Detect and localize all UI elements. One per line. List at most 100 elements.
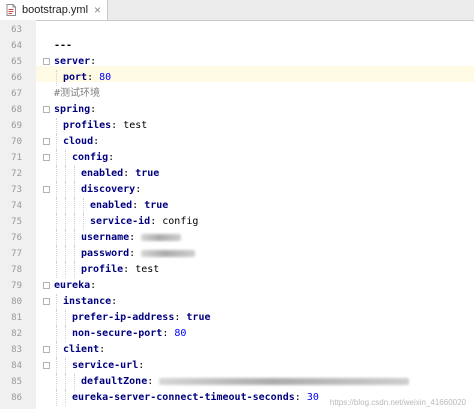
code-token: port bbox=[63, 72, 88, 83]
code-line[interactable]: password: bbox=[81, 246, 196, 262]
code-token: : bbox=[174, 312, 187, 323]
line-number: 67 bbox=[11, 89, 22, 99]
indent-guide bbox=[56, 70, 57, 86]
code-token: : bbox=[111, 296, 118, 307]
code-line[interactable]: enabled: true bbox=[90, 198, 168, 214]
code-line[interactable]: discovery: bbox=[81, 182, 141, 198]
indent-guide bbox=[65, 182, 66, 198]
indent-guide bbox=[56, 214, 57, 230]
code-token: prefer-ip-address bbox=[72, 312, 175, 323]
indent-guide bbox=[65, 358, 66, 374]
code-token: username bbox=[81, 232, 130, 243]
code-token: 30 bbox=[306, 392, 319, 403]
indent-guide bbox=[74, 374, 75, 390]
fold-toggle-icon[interactable] bbox=[43, 106, 50, 113]
indent-guide bbox=[56, 294, 57, 310]
line-number: 63 bbox=[11, 25, 22, 35]
code-token: true bbox=[144, 200, 169, 211]
code-token: discovery bbox=[81, 184, 136, 195]
code-token: test bbox=[135, 264, 160, 275]
code-token: profile bbox=[81, 264, 124, 275]
line-number: 84 bbox=[11, 361, 22, 371]
fold-toggle-icon[interactable] bbox=[43, 346, 50, 353]
code-line[interactable]: service-url: bbox=[72, 358, 144, 374]
line-number: 70 bbox=[11, 137, 22, 147]
line-number: 75 bbox=[11, 217, 22, 227]
indent-guide bbox=[56, 374, 57, 390]
code-line[interactable]: #测试环境 bbox=[54, 86, 100, 102]
code-line[interactable]: eureka-server-connect-timeout-seconds: 3… bbox=[72, 390, 319, 406]
indent-guide bbox=[65, 246, 66, 262]
code-token: eureka bbox=[54, 280, 91, 291]
code-line[interactable]: profile: test bbox=[81, 262, 159, 278]
code-token: non-secure-port bbox=[72, 328, 163, 339]
code-token: : bbox=[111, 120, 124, 131]
indent-guide bbox=[83, 198, 84, 214]
code-line[interactable]: cloud: bbox=[63, 134, 99, 150]
indent-guide bbox=[56, 262, 57, 278]
code-token: : bbox=[90, 280, 97, 291]
code-line[interactable]: prefer-ip-address: true bbox=[72, 310, 211, 326]
code-token: 80 bbox=[174, 328, 187, 339]
line-number: 71 bbox=[11, 153, 22, 163]
fold-toggle-icon[interactable] bbox=[43, 362, 50, 369]
indent-guide bbox=[74, 198, 75, 214]
code-token: profiles bbox=[63, 120, 112, 131]
tab-bootstrap-yml[interactable]: bootstrap.yml × bbox=[0, 0, 108, 20]
code-token: eureka-server-connect-timeout-seconds bbox=[72, 392, 295, 403]
code-token: : bbox=[162, 328, 175, 339]
indent-guide bbox=[83, 214, 84, 230]
code-line[interactable]: server: bbox=[54, 54, 96, 70]
code-line[interactable]: enabled: true bbox=[81, 166, 159, 182]
indent-guide bbox=[74, 246, 75, 262]
line-number: 79 bbox=[11, 281, 22, 291]
code-line[interactable]: spring: bbox=[54, 102, 96, 118]
code-token: service-id bbox=[90, 216, 151, 227]
code-line[interactable]: username: bbox=[81, 230, 182, 246]
line-number: 65 bbox=[11, 57, 22, 67]
indent-guide bbox=[74, 166, 75, 182]
code-token: : bbox=[129, 248, 142, 259]
code-token: : bbox=[99, 344, 106, 355]
indent-guide bbox=[56, 390, 57, 406]
fold-toggle-icon[interactable] bbox=[43, 282, 50, 289]
indent-guide bbox=[65, 390, 66, 406]
code-token: --- bbox=[54, 40, 73, 51]
fold-toggle-icon[interactable] bbox=[43, 138, 50, 145]
code-line[interactable]: profiles: test bbox=[63, 118, 147, 134]
code-editor[interactable]: 63 64 --- 65 server: 66 port: 80 67 #测试环境 68 sprin… bbox=[0, 20, 474, 409]
line-number: 78 bbox=[11, 265, 22, 275]
code-line[interactable]: client: bbox=[63, 342, 105, 358]
line-number: 85 bbox=[11, 377, 22, 387]
code-token: : bbox=[135, 184, 142, 195]
code-token: config bbox=[162, 216, 199, 227]
code-line[interactable]: config: bbox=[72, 150, 114, 166]
code-token: : bbox=[123, 264, 136, 275]
code-line[interactable]: port: 80 bbox=[63, 70, 111, 86]
code-line[interactable]: eureka: bbox=[54, 278, 96, 294]
indent-guide bbox=[74, 182, 75, 198]
line-number: 74 bbox=[11, 201, 22, 211]
code-token: : bbox=[87, 72, 100, 83]
close-tab-icon[interactable]: × bbox=[94, 3, 101, 17]
code-token: : bbox=[294, 392, 307, 403]
code-line[interactable]: instance: bbox=[63, 294, 117, 310]
fold-toggle-icon[interactable] bbox=[43, 298, 50, 305]
code-line[interactable]: defaultZone: bbox=[81, 374, 410, 390]
indent-guide bbox=[56, 118, 57, 134]
code-token: enabled bbox=[90, 200, 133, 211]
code-token: server bbox=[54, 56, 91, 67]
redacted-value bbox=[159, 377, 410, 385]
fold-toggle-icon[interactable] bbox=[43, 58, 50, 65]
code-line[interactable]: non-secure-port: 80 bbox=[72, 326, 186, 342]
code-token: spring bbox=[54, 104, 91, 115]
fold-toggle-icon[interactable] bbox=[43, 154, 50, 161]
code-token: true bbox=[186, 312, 211, 323]
code-token: : bbox=[147, 376, 160, 387]
code-line[interactable]: service-id: config bbox=[90, 214, 198, 230]
indent-guide bbox=[65, 326, 66, 342]
fold-toggle-icon[interactable] bbox=[43, 186, 50, 193]
code-token: : bbox=[108, 152, 115, 163]
code-line[interactable]: --- bbox=[54, 38, 72, 54]
code-token: 80 bbox=[99, 72, 112, 83]
